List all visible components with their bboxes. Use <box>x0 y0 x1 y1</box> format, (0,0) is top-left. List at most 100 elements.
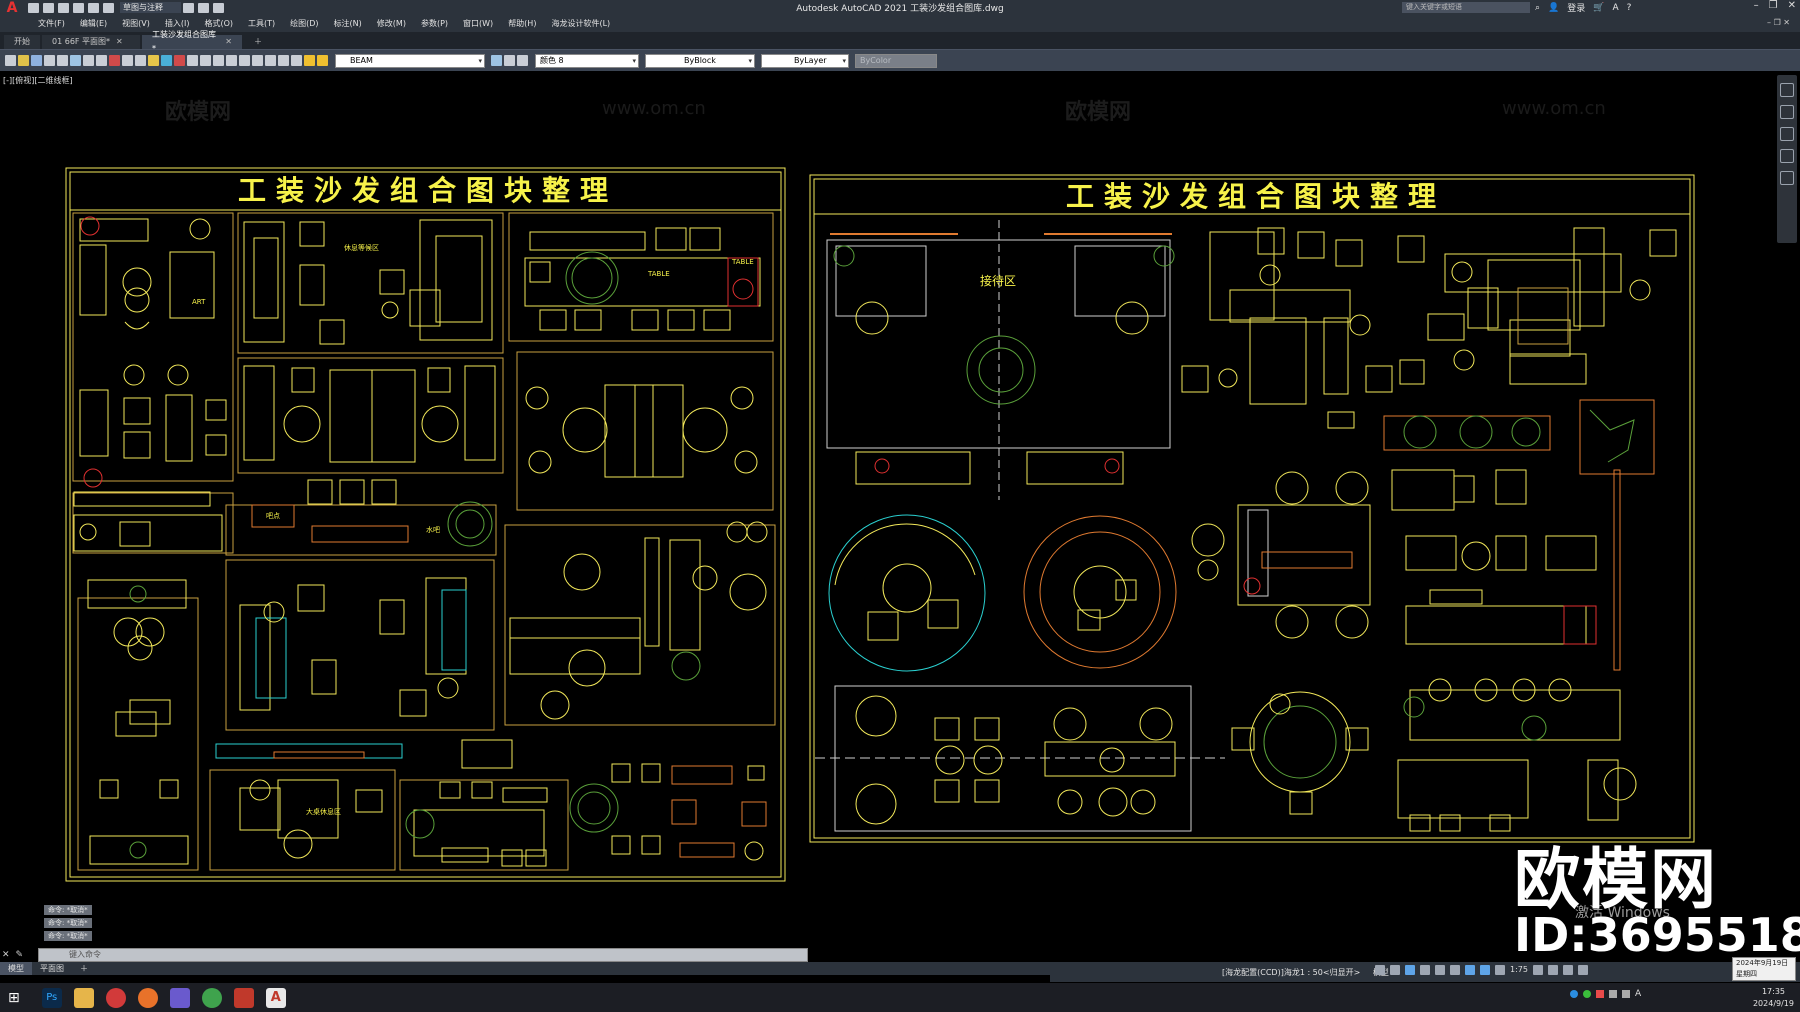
zoom-extents-icon[interactable] <box>1780 127 1794 141</box>
copy-icon[interactable] <box>96 55 107 66</box>
new-icon[interactable] <box>5 55 16 66</box>
cart-icon[interactable]: 🛒 <box>1593 3 1604 13</box>
print-icon[interactable] <box>103 2 114 13</box>
layer-properties-icon[interactable] <box>304 55 315 66</box>
layer-dropdown[interactable]: BEAM ▾ <box>335 53 485 68</box>
sign-in-link[interactable]: 登录 <box>1567 1 1585 14</box>
save-icon[interactable] <box>31 55 42 66</box>
isolate-icon[interactable] <box>1562 965 1573 975</box>
customize-icon[interactable] <box>1577 965 1588 975</box>
snap-icon[interactable] <box>1390 965 1400 975</box>
tab-sofa-library[interactable]: 工装沙发组合图库*✕ <box>142 30 242 53</box>
ortho-icon[interactable] <box>1405 965 1415 975</box>
search-icon[interactable]: ⌕ <box>1535 3 1540 13</box>
autocad-taskbar-icon[interactable]: A <box>265 987 286 1008</box>
menu-edit[interactable]: 编辑(E) <box>80 18 107 29</box>
layer-previous-icon[interactable] <box>504 55 515 66</box>
print-icon[interactable] <box>44 55 55 66</box>
taskbar-clock[interactable]: 17:35 2024/9/19 <box>1753 986 1794 1010</box>
color-dropdown[interactable]: 颜色 8 ▾ <box>535 53 639 68</box>
zoom-previous-icon[interactable] <box>252 55 263 66</box>
add-layout-button[interactable]: ＋ <box>72 962 96 975</box>
save-icon[interactable] <box>58 2 69 13</box>
search-input[interactable]: 键入关键字或短语 <box>1402 2 1530 13</box>
lineweight-dropdown[interactable]: ByLayer ▾ <box>761 53 849 68</box>
pan-icon[interactable] <box>1780 105 1794 119</box>
close-icon[interactable]: ✕ <box>116 35 123 49</box>
layer-state-icon[interactable] <box>317 55 328 66</box>
menu-dimension[interactable]: 标注(N) <box>334 18 362 29</box>
close-icon[interactable]: ✕ <box>1788 0 1796 11</box>
block-icon[interactable] <box>135 55 146 66</box>
close-icon[interactable]: ✕ <box>2 950 10 960</box>
linetype-dropdown[interactable]: ByBlock ▾ <box>645 53 755 68</box>
menu-file[interactable]: 文件(F) <box>38 18 65 29</box>
drawing-area[interactable] <box>0 71 1800 950</box>
redo-icon[interactable] <box>200 55 211 66</box>
menu-hailong[interactable]: 海龙设计软件(L) <box>551 18 610 29</box>
restore-icon[interactable]: ❐ <box>1769 0 1778 11</box>
tab-model[interactable]: 模型 <box>0 962 32 975</box>
publish-icon[interactable] <box>198 2 209 13</box>
annotation-config[interactable]: [海龙配置(CCD)]海龙1 : 50<归显开> <box>1222 968 1360 977</box>
minimize-icon[interactable]: – <box>1754 0 1759 11</box>
file-explorer-icon[interactable] <box>73 987 94 1008</box>
new-tab-button[interactable]: ＋ <box>244 35 272 49</box>
photoshop-icon[interactable]: Ps <box>41 987 62 1008</box>
workspace-dropdown[interactable]: 草图与注释 <box>120 2 181 13</box>
pan-icon[interactable] <box>213 55 224 66</box>
make-current-icon[interactable] <box>491 55 502 66</box>
zoom-icon[interactable] <box>226 55 237 66</box>
menu-modify[interactable]: 修改(M) <box>377 18 406 29</box>
grid-icon[interactable] <box>1375 965 1385 975</box>
match-properties-icon[interactable] <box>122 55 133 66</box>
tab-layout-floor-plan[interactable]: 平面图 <box>32 962 72 975</box>
volume-icon[interactable] <box>1622 990 1630 998</box>
wrench-icon[interactable]: ✎ <box>16 950 24 960</box>
text-icon[interactable] <box>148 55 159 66</box>
command-input[interactable]: 键入命令 <box>38 948 808 962</box>
open-icon[interactable] <box>18 55 29 66</box>
windows-start-icon[interactable]: ⊞ <box>8 990 20 1006</box>
polar-icon[interactable] <box>1420 965 1430 975</box>
object-track-icon[interactable] <box>1450 965 1460 975</box>
steering-wheel-icon[interactable] <box>1780 83 1794 97</box>
viewport-controls[interactable]: [-][俯视][二维线框] <box>3 75 73 86</box>
tray-app-icon[interactable] <box>1570 990 1578 998</box>
chrome-icon[interactable] <box>201 987 222 1008</box>
tool-palettes-icon[interactable] <box>291 55 302 66</box>
showmotion-icon[interactable] <box>1780 171 1794 185</box>
user-icon[interactable]: 👤 <box>1548 3 1559 13</box>
design-center-icon[interactable] <box>278 55 289 66</box>
undo-icon[interactable] <box>213 2 224 13</box>
annotation-visibility-icon[interactable] <box>1480 965 1490 975</box>
auto-scale-icon[interactable] <box>1495 965 1505 975</box>
menu-view[interactable]: 视图(V) <box>122 18 150 29</box>
paste-icon[interactable] <box>109 55 120 66</box>
autocad-logo-icon[interactable]: A <box>4 0 20 16</box>
save-as-icon[interactable] <box>73 2 84 13</box>
tray-app-icon[interactable] <box>1596 990 1604 998</box>
network-icon[interactable] <box>1609 990 1617 998</box>
publish-icon[interactable] <box>70 55 81 66</box>
orbit-icon[interactable] <box>1780 149 1794 163</box>
input-method-icon[interactable]: A <box>1635 989 1641 999</box>
settings-icon[interactable] <box>1532 965 1543 975</box>
zoom-window-icon[interactable] <box>239 55 250 66</box>
osnap-icon[interactable] <box>1465 965 1475 975</box>
menu-tools[interactable]: 工具(T) <box>248 18 275 29</box>
layer-iso-icon[interactable] <box>517 55 528 66</box>
preview-icon[interactable] <box>57 55 68 66</box>
help-icon[interactable]: ? <box>1627 3 1632 13</box>
firefox-icon[interactable] <box>137 987 158 1008</box>
menu-window-controls[interactable]: – ❐ ✕ <box>1767 18 1790 27</box>
share-icon[interactable] <box>183 2 194 13</box>
undo-icon[interactable] <box>187 55 198 66</box>
menu-help[interactable]: 帮助(H) <box>508 18 536 29</box>
tab-floor-plan[interactable]: 01 66F 平面图* ✕ <box>42 35 140 49</box>
plot-icon[interactable] <box>88 2 99 13</box>
wechat-icon[interactable] <box>1583 990 1591 998</box>
new-file-icon[interactable] <box>28 2 39 13</box>
menu-parametric[interactable]: 参数(P) <box>421 18 448 29</box>
layer-icon[interactable] <box>161 55 172 66</box>
